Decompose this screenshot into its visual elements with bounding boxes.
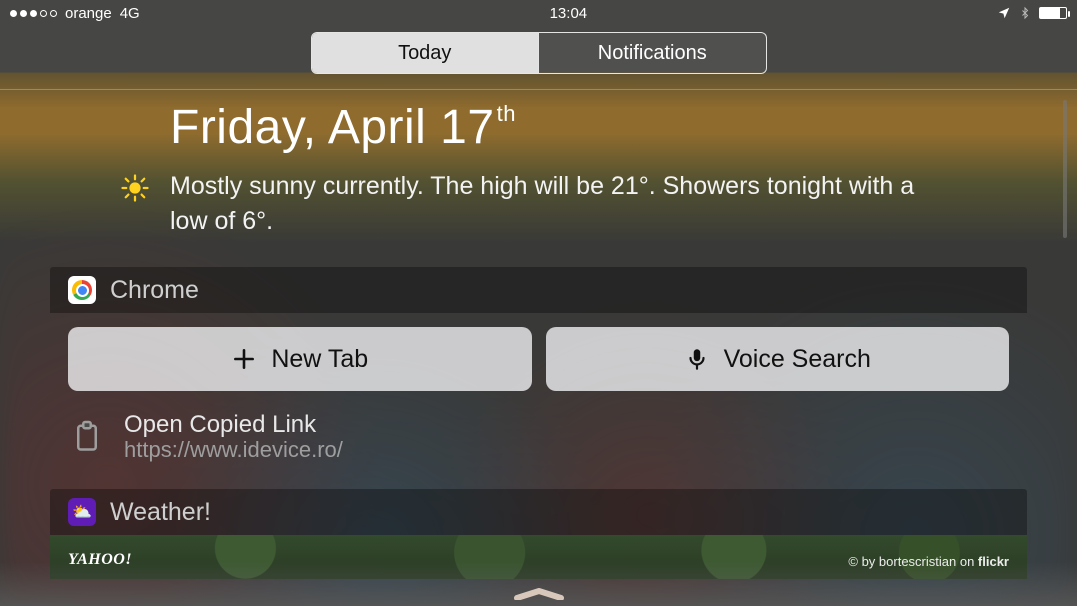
tab-today[interactable]: Today [312,33,539,73]
date-text: Friday, April 17 [170,101,495,154]
pull-handle[interactable] [513,588,565,600]
tab-notifications[interactable]: Notifications [538,33,766,73]
battery-icon [1039,7,1067,19]
today-notifications-tabs: Today Notifications [311,32,767,74]
date-ordinal: th [497,101,516,126]
new-tab-label: New Tab [271,345,368,374]
sun-icon [120,173,150,203]
weather-widget: ⛅ Weather! YAHOO! © by bortescristian on… [50,489,1027,579]
yahoo-logo: YAHOO! [68,551,132,569]
microphone-icon [684,346,710,372]
location-icon [997,6,1011,20]
network-label: 4G [120,5,140,22]
status-bar: orange 4G 13:04 [0,0,1077,26]
today-date: Friday, April 17th [170,100,1027,155]
voice-search-label: Voice Search [724,345,871,374]
chrome-widget: Chrome New Tab Voice Search Open Copied … [50,267,1027,479]
yahoo-weather-app-icon: ⛅ [68,498,96,526]
carrier-label: orange [65,5,112,22]
chrome-app-icon [68,276,96,304]
clock: 13:04 [140,5,997,22]
open-copied-link-button[interactable]: Open Copied Link https://www.idevice.ro/ [68,411,1009,463]
scroll-indicator[interactable] [1063,100,1067,238]
photo-credit: © by bortescristian on flickr [848,554,1009,569]
voice-search-button[interactable]: Voice Search [546,327,1010,391]
copied-url: https://www.idevice.ro/ [124,437,343,463]
bluetooth-icon [1019,5,1031,21]
weather-summary: Mostly sunny currently. The high will be… [170,169,917,239]
weather-widget-title: Weather! [110,498,211,527]
plus-icon [231,346,257,372]
chrome-widget-title: Chrome [110,276,199,305]
clipboard-icon [72,419,102,455]
new-tab-button[interactable]: New Tab [68,327,532,391]
weather-widget-image: YAHOO! © by bortescristian on flickr [50,535,1027,579]
weather-widget-header: ⛅ Weather! [50,489,1027,535]
chrome-widget-header: Chrome [50,267,1027,313]
signal-strength-icon [10,10,57,17]
open-copied-label: Open Copied Link [124,411,343,439]
